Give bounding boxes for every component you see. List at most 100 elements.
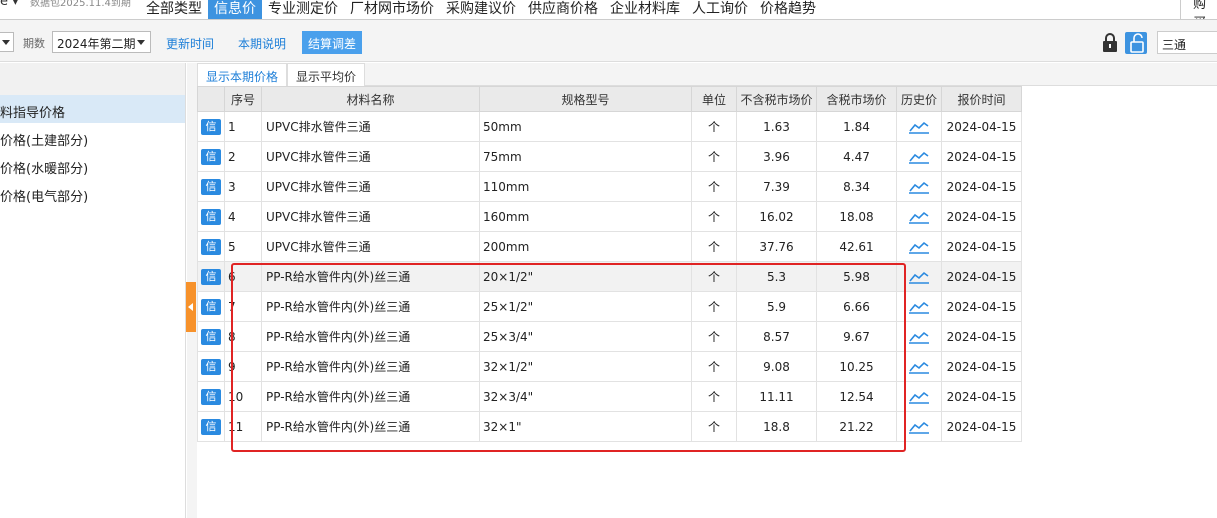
history-price-cell[interactable] [896, 111, 942, 142]
table-row[interactable]: 信 7 PP-R给水管件内(外)丝三通 25×1/2" 个 5.9 6.66 2024-04-… [197, 291, 1022, 322]
table-row[interactable]: 信 8 PP-R给水管件内(外)丝三通 25×3/4" 个 8.57 9.67 2024-04… [197, 321, 1022, 352]
info-badge-icon[interactable]: 信 [201, 208, 221, 225]
category-dropdown[interactable]: е ▾ [0, 0, 19, 9]
nav-tab[interactable]: 全部类型 [140, 0, 208, 19]
info-cell[interactable]: 信 [197, 171, 225, 202]
info-badge-icon[interactable]: 信 [201, 238, 221, 255]
info-badge-icon[interactable]: 信 [201, 148, 221, 165]
info-badge-icon[interactable]: 信 [201, 178, 221, 195]
info-cell[interactable]: 信 [197, 351, 225, 382]
table-row[interactable]: 信 4 UPVC排水管件三通 160mm 个 16.02 18.08 2024-04-15 [197, 201, 1022, 232]
info-cell[interactable]: 信 [197, 231, 225, 262]
info-badge-icon[interactable]: 信 [201, 118, 221, 135]
region-select[interactable] [0, 32, 14, 52]
sidebar-item[interactable]: 价格(电气部分) [0, 179, 185, 207]
line-chart-icon[interactable] [897, 150, 941, 164]
nav-tab[interactable]: 人工询价 [686, 0, 754, 19]
nav-tab[interactable]: 供应商价格 [522, 0, 604, 19]
history-price-cell[interactable] [896, 261, 942, 292]
settle-adjust-button[interactable]: 结算调差 [302, 31, 363, 54]
sidebar-item[interactable]: 价格(土建部分) [0, 123, 185, 151]
buy-button[interactable]: 购买 [1180, 0, 1217, 19]
material-name: UPVC排水管件三通 [261, 111, 480, 142]
history-price-cell[interactable] [896, 381, 942, 412]
info-cell[interactable]: 信 [197, 381, 225, 412]
info-badge-icon[interactable]: 信 [201, 358, 221, 375]
info-cell[interactable]: 信 [197, 201, 225, 232]
column-header[interactable]: 报价时间 [941, 86, 1022, 112]
nav-tab[interactable]: 价格趋势 [754, 0, 822, 19]
column-header[interactable]: 序号 [224, 86, 262, 112]
price-incl-tax: 8.34 [816, 171, 897, 202]
history-price-cell[interactable] [896, 171, 942, 202]
spec-model: 160mm [479, 201, 692, 232]
toolbar: 期数 2024年第二期 更新时间 本期说明 结算调差 三通 [0, 20, 1217, 62]
line-chart-icon[interactable] [897, 300, 941, 314]
info-cell[interactable]: 信 [197, 261, 225, 292]
info-cell[interactable]: 信 [197, 141, 225, 172]
unit: 个 [691, 171, 737, 202]
column-header[interactable]: 单位 [691, 86, 737, 112]
period-note-button[interactable]: 本期说明 [232, 31, 292, 54]
update-time-button[interactable]: 更新时间 [160, 31, 220, 54]
info-badge-icon[interactable]: 信 [201, 298, 221, 315]
history-price-cell[interactable] [896, 231, 942, 262]
sidebar-item[interactable]: 料指导价格 [0, 95, 185, 123]
history-price-cell[interactable] [896, 351, 942, 382]
info-cell[interactable]: 信 [197, 411, 225, 442]
search-input[interactable]: 三通 [1157, 31, 1217, 54]
line-chart-icon[interactable] [897, 180, 941, 194]
line-chart-icon[interactable] [897, 420, 941, 434]
line-chart-icon[interactable] [897, 210, 941, 224]
table-row[interactable]: 信 10 PP-R给水管件内(外)丝三通 32×3/4" 个 11.11 12.54 2024… [197, 381, 1022, 412]
info-cell[interactable]: 信 [197, 111, 225, 142]
price-incl-tax: 4.47 [816, 141, 897, 172]
history-price-cell[interactable] [896, 291, 942, 322]
collapse-sidebar-handle[interactable] [186, 282, 196, 332]
column-header[interactable]: 含税市场价 [816, 86, 897, 112]
history-price-cell[interactable] [896, 201, 942, 232]
nav-tab[interactable]: 专业测定价 [262, 0, 344, 19]
info-badge-icon[interactable]: 信 [201, 388, 221, 405]
sidebar-item[interactable]: 价格(水暖部分) [0, 151, 185, 179]
info-badge-icon[interactable]: 信 [201, 268, 221, 285]
line-chart-icon[interactable] [897, 240, 941, 254]
lock-icon[interactable] [1100, 32, 1122, 54]
table-row[interactable]: 信 3 UPVC排水管件三通 110mm 个 7.39 8.34 2024-04-15 [197, 171, 1022, 202]
column-header[interactable]: 规格型号 [479, 86, 692, 112]
line-chart-icon[interactable] [897, 270, 941, 284]
table-row[interactable]: 信 5 UPVC排水管件三通 200mm 个 37.76 42.61 2024-04-15 [197, 231, 1022, 262]
column-header[interactable]: 历史价 [896, 86, 942, 112]
info-cell[interactable]: 信 [197, 321, 225, 352]
column-header[interactable]: 不含税市场价 [736, 86, 817, 112]
line-chart-icon[interactable] [897, 390, 941, 404]
table-row[interactable]: 信 6 PP-R给水管件内(外)丝三通 20×1/2" 个 5.3 5.98 2024-04-… [197, 261, 1022, 292]
line-chart-icon[interactable] [897, 360, 941, 374]
unit: 个 [691, 231, 737, 262]
line-chart-icon[interactable] [897, 120, 941, 134]
unlock-icon[interactable] [1125, 32, 1147, 54]
line-chart-icon[interactable] [897, 330, 941, 344]
tab-average-price[interactable]: 显示平均价 [287, 63, 366, 86]
period-select[interactable]: 2024年第二期 [52, 31, 151, 53]
history-price-cell[interactable] [896, 411, 942, 442]
table-row[interactable]: 信 9 PP-R给水管件内(外)丝三通 32×1/2" 个 9.08 10.25 2024-0… [197, 351, 1022, 382]
table-row[interactable]: 信 1 UPVC排水管件三通 50mm 个 1.63 1.84 2024-04-15 [197, 111, 1022, 142]
nav-tab[interactable]: 采购建议价 [440, 0, 522, 19]
row-number: 4 [224, 201, 262, 232]
column-header[interactable]: 材料名称 [261, 86, 480, 112]
row-number: 5 [224, 231, 262, 262]
quote-date: 2024-04-15 [941, 321, 1022, 352]
nav-tab[interactable]: 厂材网市场价 [344, 0, 440, 19]
info-badge-icon[interactable]: 信 [201, 328, 221, 345]
info-cell[interactable]: 信 [197, 291, 225, 322]
nav-tab[interactable]: 企业材料库 [604, 0, 686, 19]
column-header[interactable] [197, 86, 225, 112]
nav-tab[interactable]: 信息价 [208, 0, 262, 19]
tab-current-price[interactable]: 显示本期价格 [197, 63, 288, 86]
table-row[interactable]: 信 2 UPVC排水管件三通 75mm 个 3.96 4.47 2024-04-15 [197, 141, 1022, 172]
table-row[interactable]: 信 11 PP-R给水管件内(外)丝三通 32×1" 个 18.8 21.22 2024-04… [197, 411, 1022, 442]
info-badge-icon[interactable]: 信 [201, 418, 221, 435]
history-price-cell[interactable] [896, 321, 942, 352]
history-price-cell[interactable] [896, 141, 942, 172]
